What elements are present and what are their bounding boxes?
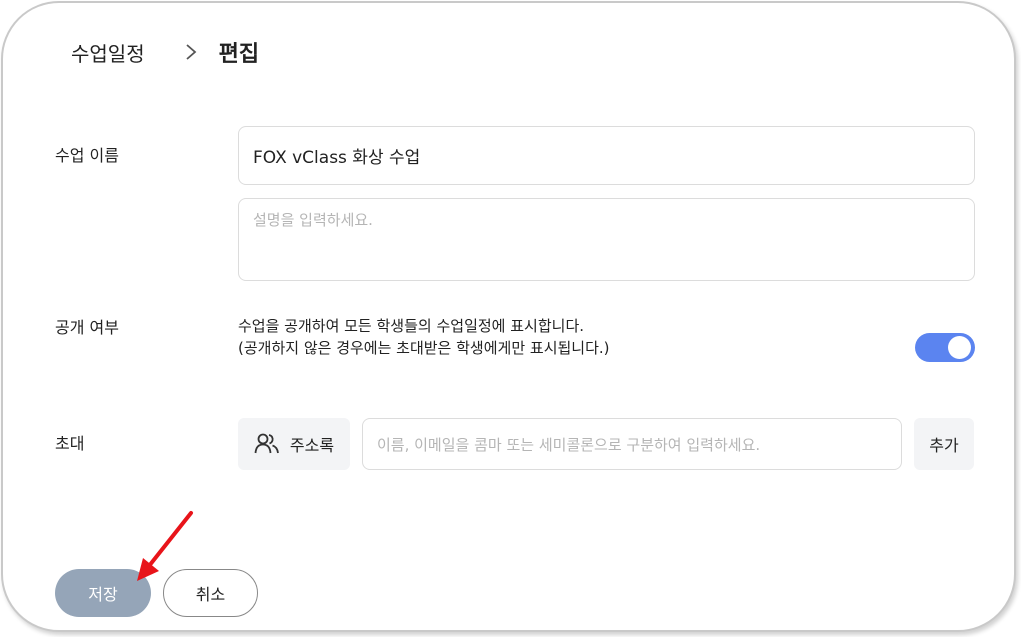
public-toggle[interactable] [915, 333, 975, 362]
public-label: 공개 여부 [55, 318, 119, 337]
dialog-frame: 수업일정 편집 수업 이름 FOX vClass 화상 수업 설명을 입력하세요… [1, 1, 1016, 632]
invite-input[interactable]: 이름, 이메일을 콤마 또는 세미콜론으로 구분하여 입력하세요. [362, 418, 902, 470]
breadcrumb-parent-link[interactable]: 수업일정 [71, 38, 145, 67]
red-arrow-icon [137, 511, 193, 581]
description-input[interactable]: 설명을 입력하세요. [238, 198, 975, 281]
invite-label: 초대 [55, 434, 85, 453]
public-description: 수업을 공개하여 모든 학생들의 수업일정에 표시합니다. (공개하지 않은 경… [238, 315, 610, 359]
class-name-input[interactable]: FOX vClass 화상 수업 [238, 126, 975, 185]
address-book-label: 주소록 [289, 436, 335, 455]
add-invite-button[interactable]: 추가 [914, 418, 974, 470]
address-book-button[interactable]: 주소록 [238, 418, 350, 470]
public-description-line1: 수업을 공개하여 모든 학생들의 수업일정에 표시합니다. [238, 317, 585, 335]
name-label: 수업 이름 [55, 146, 119, 165]
page-title: 편집 [218, 42, 260, 67]
breadcrumb: 수업일정 편집 [71, 35, 259, 69]
chevron-right-icon [181, 42, 201, 62]
toggle-knob [948, 336, 971, 359]
people-icon [254, 433, 280, 455]
public-description-line2: (공개하지 않은 경우에는 초대받은 학생에게만 표시됩니다.) [238, 339, 610, 357]
